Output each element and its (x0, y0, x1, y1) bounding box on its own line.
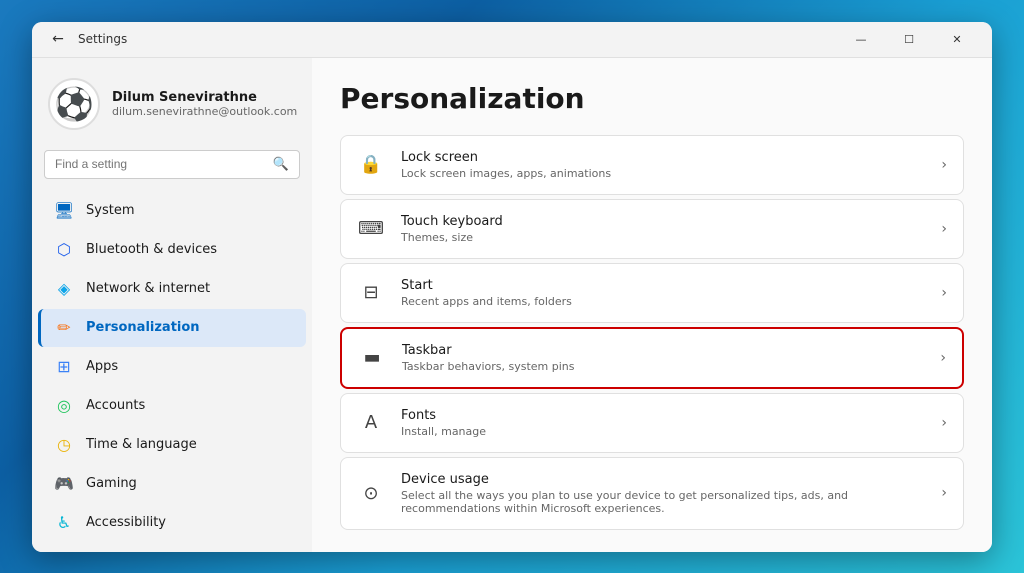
device-usage-chevron-icon: › (941, 485, 947, 501)
time-icon: ◷ (54, 435, 74, 455)
start-text: Start Recent apps and items, folders (401, 278, 925, 308)
device-usage-desc: Select all the ways you plan to use your… (401, 489, 925, 515)
lock-screen-title: Lock screen (401, 150, 925, 165)
personalization-icon: ✏ (54, 318, 74, 338)
sidebar-item-label-gaming: Gaming (86, 476, 137, 491)
settings-list: 🔒 Lock screen Lock screen images, apps, an… (340, 135, 964, 530)
apps-icon: ⊞ (54, 357, 74, 377)
sidebar-item-label-accounts: Accounts (86, 398, 145, 413)
sidebar-item-gaming[interactable]: 🎮 Gaming (38, 465, 306, 503)
device-usage-icon: ⊙ (357, 479, 385, 507)
network-icon: ◈ (54, 279, 74, 299)
sidebar-item-label-personalization: Personalization (86, 320, 200, 335)
sidebar-item-label-time: Time & language (86, 437, 197, 452)
search-input[interactable] (55, 157, 265, 171)
sidebar-item-time[interactable]: ◷ Time & language (38, 426, 306, 464)
user-email: dilum.senevirathne@outlook.com (112, 105, 297, 118)
fonts-icon: A (357, 409, 385, 437)
start-desc: Recent apps and items, folders (401, 295, 925, 308)
touch-keyboard-chevron-icon: › (941, 221, 947, 237)
taskbar-desc: Taskbar behaviors, system pins (402, 360, 924, 373)
sidebar-item-label-bluetooth: Bluetooth & devices (86, 242, 217, 257)
system-icon: 🖥 (54, 201, 74, 221)
lock-screen-text: Lock screen Lock screen images, apps, ani… (401, 150, 925, 180)
page-title: Personalization (340, 82, 964, 115)
settings-item-fonts[interactable]: A Fonts Install, manage › (340, 393, 964, 453)
taskbar-text: Taskbar Taskbar behaviors, system pins (402, 343, 924, 373)
user-name: Dilum Senevirathne (112, 90, 297, 105)
content-area: ⚽ Dilum Senevirathne dilum.senevirathne@… (32, 58, 992, 552)
lock-screen-desc: Lock screen images, apps, animations (401, 167, 925, 180)
close-button[interactable]: ✕ (934, 23, 980, 55)
device-usage-text: Device usage Select all the ways you plan… (401, 472, 925, 515)
search-icon: 🔍 (273, 157, 289, 172)
titlebar: ← Settings — ☐ ✕ (32, 22, 992, 58)
avatar: ⚽ (48, 78, 100, 130)
gaming-icon: 🎮 (54, 474, 74, 494)
lock-screen-icon: 🔒 (357, 151, 385, 179)
sidebar-item-label-system: System (86, 203, 134, 218)
minimize-button[interactable]: — (838, 23, 884, 55)
settings-item-start[interactable]: ⊟ Start Recent apps and items, folders › (340, 263, 964, 323)
nav-list: 🖥 System ⬡ Bluetooth & devices ◈ Network & in… (32, 191, 312, 552)
user-section: ⚽ Dilum Senevirathne dilum.senevirathne@… (32, 70, 312, 146)
settings-item-touch-keyboard[interactable]: ⌨ Touch keyboard Themes, size › (340, 199, 964, 259)
main-wrapper: Personalization 🔒 Lock screen Lock screen … (312, 58, 992, 552)
main-content: Personalization 🔒 Lock screen Lock screen … (312, 58, 992, 552)
fonts-chevron-icon: › (941, 415, 947, 431)
fonts-desc: Install, manage (401, 425, 925, 438)
window-controls: — ☐ ✕ (838, 23, 980, 55)
touch-keyboard-desc: Themes, size (401, 231, 925, 244)
accounts-icon: ◎ (54, 396, 74, 416)
settings-item-lock-screen[interactable]: 🔒 Lock screen Lock screen images, apps, an… (340, 135, 964, 195)
sidebar-item-apps[interactable]: ⊞ Apps (38, 348, 306, 386)
sidebar-item-system[interactable]: 🖥 System (38, 192, 306, 230)
taskbar-chevron-icon: › (940, 350, 946, 366)
search-box[interactable]: 🔍 (44, 150, 300, 179)
maximize-button[interactable]: ☐ (886, 23, 932, 55)
bluetooth-icon: ⬡ (54, 240, 74, 260)
window-title: Settings (78, 32, 838, 46)
touch-keyboard-title: Touch keyboard (401, 214, 925, 229)
start-icon: ⊟ (357, 279, 385, 307)
lock-screen-chevron-icon: › (941, 157, 947, 173)
fonts-text: Fonts Install, manage (401, 408, 925, 438)
avatar-icon: ⚽ (54, 85, 94, 123)
sidebar-item-bluetooth[interactable]: ⬡ Bluetooth & devices (38, 231, 306, 269)
device-usage-title: Device usage (401, 472, 925, 487)
start-chevron-icon: › (941, 285, 947, 301)
settings-window: ← Settings — ☐ ✕ ⚽ Dilum Senevirathne di… (32, 22, 992, 552)
sidebar-item-network[interactable]: ◈ Network & internet (38, 270, 306, 308)
sidebar-item-accessibility[interactable]: ♿ Accessibility (38, 504, 306, 542)
sidebar-item-privacy[interactable]: 🛡Privacy & security (38, 543, 306, 552)
user-info: Dilum Senevirathne dilum.senevirathne@ou… (112, 90, 297, 118)
sidebar-item-label-apps: Apps (86, 359, 118, 374)
touch-keyboard-text: Touch keyboard Themes, size (401, 214, 925, 244)
back-button[interactable]: ← (44, 25, 72, 53)
sidebar: ⚽ Dilum Senevirathne dilum.senevirathne@… (32, 58, 312, 552)
taskbar-title: Taskbar (402, 343, 924, 358)
sidebar-item-label-network: Network & internet (86, 281, 210, 296)
start-title: Start (401, 278, 925, 293)
settings-item-taskbar[interactable]: ▬ Taskbar Taskbar behaviors, system pins › (340, 327, 964, 389)
fonts-title: Fonts (401, 408, 925, 423)
accessibility-icon: ♿ (54, 513, 74, 533)
taskbar-icon: ▬ (358, 344, 386, 372)
sidebar-item-label-accessibility: Accessibility (86, 515, 166, 530)
touch-keyboard-icon: ⌨ (357, 215, 385, 243)
sidebar-item-accounts[interactable]: ◎ Accounts (38, 387, 306, 425)
settings-item-device-usage[interactable]: ⊙ Device usage Select all the ways you pla… (340, 457, 964, 530)
sidebar-item-personalization[interactable]: ✏ Personalization (38, 309, 306, 347)
